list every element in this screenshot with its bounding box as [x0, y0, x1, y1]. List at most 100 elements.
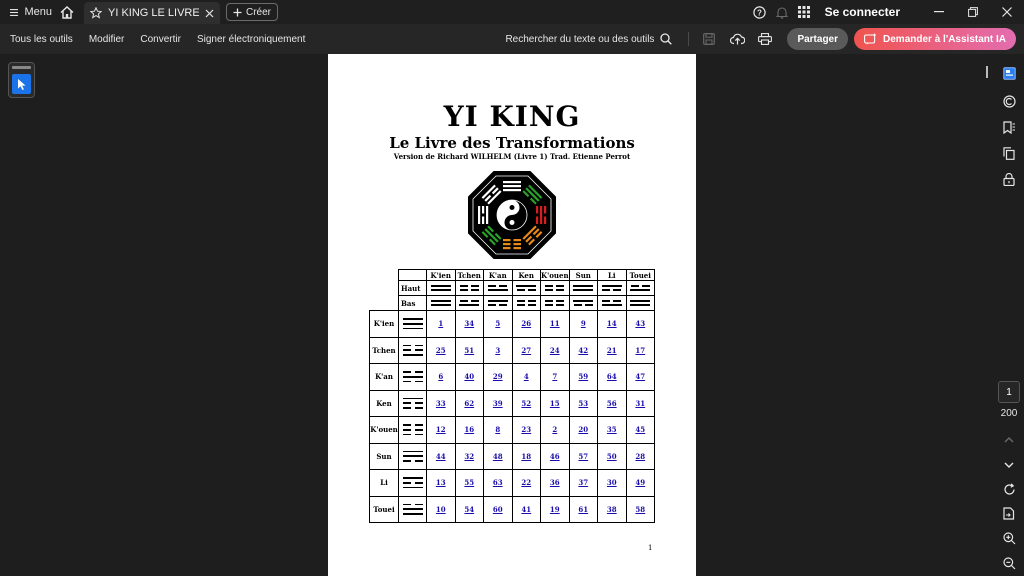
hexagram-link[interactable]: 52 [521, 399, 531, 408]
hexagram-link[interactable]: 57 [578, 452, 588, 461]
hexagram-link[interactable]: 15 [550, 399, 560, 408]
zoom-in-button[interactable] [994, 527, 1024, 549]
hexagram-link[interactable]: 44 [436, 452, 446, 461]
hexagram-link[interactable]: 37 [578, 478, 588, 487]
hexagram-link[interactable]: 43 [635, 319, 645, 328]
cursor-tool-button[interactable] [12, 74, 31, 94]
hexagram-link[interactable]: 62 [464, 399, 474, 408]
rail-bookmark-button[interactable] [994, 116, 1024, 138]
all-tools-link[interactable]: Tous les outils [10, 34, 73, 45]
hexagram-link[interactable]: 41 [521, 505, 531, 514]
pdf-page[interactable]: YI KING Le Livre des Transformations Ver… [328, 54, 696, 576]
hexagram-link[interactable]: 20 [578, 425, 588, 434]
sign-in-link[interactable]: Se connecter [825, 5, 900, 19]
edit-link[interactable]: Modifier [89, 34, 125, 45]
hexagram-link[interactable]: 3 [495, 346, 500, 355]
hexagram-link[interactable]: 26 [521, 319, 531, 328]
hexagram-link[interactable]: 48 [493, 452, 503, 461]
hexagram-link[interactable]: 18 [521, 452, 531, 461]
hexagram-link[interactable]: 33 [436, 399, 446, 408]
hexagram-link[interactable]: 22 [521, 478, 531, 487]
select-tool[interactable] [8, 62, 35, 98]
hexagram-link[interactable]: 7 [552, 372, 557, 381]
hexagram-link[interactable]: 58 [635, 505, 645, 514]
hexagram-link[interactable]: 39 [493, 399, 503, 408]
hexagram-link[interactable]: 35 [607, 425, 617, 434]
hexagram-link[interactable]: 4 [524, 372, 529, 381]
hexagram-link[interactable]: 17 [635, 346, 645, 355]
hexagram-link[interactable]: 31 [635, 399, 645, 408]
hexagram-link[interactable]: 64 [607, 372, 617, 381]
hexagram-link[interactable]: 19 [550, 505, 560, 514]
hexagram-link[interactable]: 36 [550, 478, 560, 487]
hexagram-link[interactable]: 40 [464, 372, 474, 381]
hexagram-link[interactable]: 24 [550, 346, 560, 355]
rotate-button[interactable] [994, 478, 1024, 500]
hexagram-link[interactable]: 61 [578, 505, 588, 514]
hexagram-link[interactable]: 42 [578, 346, 588, 355]
hexagram-link[interactable]: 28 [635, 452, 645, 461]
hexagram-link[interactable]: 2 [552, 425, 557, 434]
hexagram-link[interactable]: 5 [495, 319, 500, 328]
hexagram-link[interactable]: 45 [635, 425, 645, 434]
hexagram-link[interactable]: 60 [493, 505, 503, 514]
star-icon[interactable] [90, 7, 102, 19]
hexagram-link[interactable]: 54 [464, 505, 474, 514]
hexagram-link[interactable]: 21 [607, 346, 617, 355]
next-page-button[interactable] [994, 454, 1024, 476]
rail-panel-button[interactable] [994, 62, 1024, 84]
hexagram-link[interactable]: 56 [607, 399, 617, 408]
hexagram-link[interactable]: 50 [607, 452, 617, 461]
create-button[interactable]: Créer [226, 3, 279, 21]
hexagram-link[interactable]: 38 [607, 505, 617, 514]
hexagram-link[interactable]: 51 [464, 346, 474, 355]
share-button[interactable]: Partager [787, 28, 849, 50]
hexagram-link[interactable]: 23 [521, 425, 531, 434]
prev-page-button[interactable] [994, 428, 1024, 450]
rail-lock-button[interactable] [994, 168, 1024, 190]
hexagram-link[interactable]: 8 [495, 425, 500, 434]
hexagram-link[interactable]: 63 [493, 478, 503, 487]
document-tab[interactable]: YI KING LE LIVRE D... [84, 2, 220, 24]
hexagram-link[interactable]: 1 [438, 319, 443, 328]
hexagram-link[interactable]: 34 [464, 319, 474, 328]
minimize-button[interactable] [922, 0, 956, 24]
home-button[interactable] [54, 0, 80, 24]
hexagram-link[interactable]: 53 [578, 399, 588, 408]
ai-assistant-button[interactable]: Demander à l'Assistant IA [854, 28, 1016, 50]
menu-button[interactable]: Menu [0, 0, 52, 24]
close-tab-icon[interactable] [205, 9, 214, 18]
hexagram-link[interactable]: 16 [464, 425, 474, 434]
current-page-input[interactable]: 1 [998, 381, 1020, 403]
print-button[interactable] [754, 28, 776, 50]
hexagram-link[interactable]: 32 [464, 452, 474, 461]
tool-drag-handle[interactable] [12, 66, 31, 69]
apps-button[interactable] [793, 0, 815, 24]
hexagram-link[interactable]: 10 [436, 505, 446, 514]
hexagram-link[interactable]: 9 [581, 319, 586, 328]
hexagram-link[interactable]: 49 [635, 478, 645, 487]
upload-button[interactable] [726, 28, 748, 50]
help-button[interactable]: ? [749, 0, 771, 24]
hexagram-link[interactable]: 59 [578, 372, 588, 381]
hexagram-link[interactable]: 25 [436, 346, 446, 355]
close-window-button[interactable] [990, 0, 1024, 24]
scrollbar-thumb[interactable] [986, 66, 988, 78]
notifications-button[interactable] [771, 0, 793, 24]
restore-button[interactable] [956, 0, 990, 24]
hexagram-link[interactable]: 13 [436, 478, 446, 487]
save-button[interactable] [698, 28, 720, 50]
extract-page-button[interactable] [994, 502, 1024, 524]
search-tools-button[interactable]: Rechercher du texte ou des outils [505, 33, 673, 45]
hexagram-link[interactable]: 29 [493, 372, 503, 381]
convert-link[interactable]: Convertir [140, 34, 181, 45]
rail-copy-button[interactable] [994, 142, 1024, 164]
hexagram-link[interactable]: 12 [436, 425, 446, 434]
hexagram-link[interactable]: 11 [550, 319, 560, 328]
hexagram-link[interactable]: 47 [635, 372, 645, 381]
rail-comment-button[interactable] [994, 90, 1024, 112]
hexagram-link[interactable]: 6 [438, 372, 443, 381]
hexagram-link[interactable]: 30 [607, 478, 617, 487]
hexagram-link[interactable]: 14 [607, 319, 617, 328]
hexagram-link[interactable]: 46 [550, 452, 560, 461]
